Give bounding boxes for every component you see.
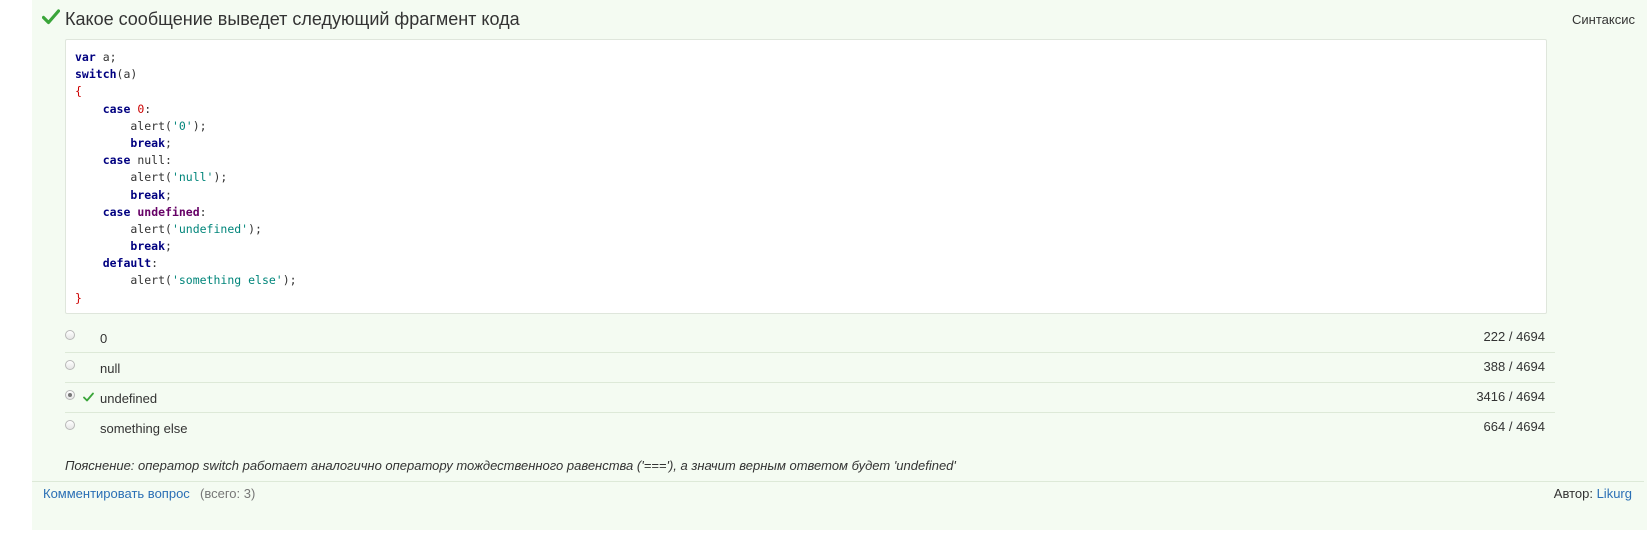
code-token: case	[102, 101, 131, 116]
code-line: alert('0');	[75, 118, 297, 135]
code-token: default	[102, 256, 152, 271]
code-token: a;	[95, 50, 117, 64]
code-line: default:	[75, 255, 297, 272]
question-footer: Комментировать вопрос (всего: 3) Автор: …	[32, 481, 1644, 504]
question-title: Какое сообщение выведет следующий фрагме…	[65, 9, 520, 29]
code-line: }	[75, 290, 297, 307]
code-token: );	[192, 118, 207, 133]
code-token: undefined	[137, 204, 200, 219]
code-token: }	[75, 290, 82, 305]
code-token: alert(	[75, 221, 172, 236]
code-token: var	[75, 50, 96, 64]
answer-stats: 222 / 4694	[1483, 329, 1545, 344]
code-token: 'something else'	[171, 273, 283, 288]
answer-stats: 388 / 4694	[1483, 359, 1545, 374]
code-line: case undefined:	[75, 204, 297, 221]
question-card: Какое сообщение выведет следующий фрагме…	[32, 0, 1647, 530]
answer-stats: 664 / 4694	[1483, 419, 1545, 434]
comment-question-link[interactable]: Комментировать вопрос	[43, 486, 190, 501]
code-token: alert(	[75, 118, 172, 133]
code-block: var a; switch(a){ case 0: alert('0'); bre…	[65, 39, 1547, 314]
code-line: break;	[75, 135, 297, 152]
answer-list: 0 222 / 4694 null 388 / 4694 undefined 3416 /…	[65, 323, 1555, 442]
code-token: );	[282, 273, 297, 288]
code-token: :	[144, 101, 152, 116]
code-token: ;	[165, 239, 172, 254]
code-token: 'null'	[171, 170, 214, 185]
author-info: Автор: Likurg	[1554, 486, 1632, 501]
code-line: break;	[75, 187, 297, 204]
code-token: );	[213, 170, 228, 185]
answer-radio[interactable]	[65, 330, 75, 340]
code-token: 'undefined'	[171, 221, 249, 236]
code-token: '0'	[171, 118, 193, 133]
answer-radio[interactable]	[65, 390, 75, 400]
comment-count: (всего: 3)	[200, 486, 256, 501]
code-token: break	[130, 239, 166, 254]
code-line: case 0:	[75, 101, 297, 118]
code-token: (a)	[116, 67, 138, 82]
author-label: Автор:	[1553, 486, 1593, 501]
code-line: var a;	[75, 49, 297, 66]
explanation-text: Пояснение: оператор switch работает анал…	[65, 458, 956, 473]
code-token: break	[130, 135, 166, 150]
answer-radio[interactable]	[65, 360, 75, 370]
answer-option[interactable]: undefined 3416 / 4694	[65, 383, 1555, 413]
code-token: break	[130, 187, 166, 202]
answer-stats: 3416 / 4694	[1476, 389, 1545, 404]
code-token: {	[75, 84, 82, 99]
correct-check-icon	[83, 392, 94, 402]
code-token: );	[248, 221, 262, 236]
code-token: case	[102, 204, 131, 219]
code-token: alert(	[75, 170, 172, 185]
question-header: Какое сообщение выведет следующий фрагме…	[42, 6, 1635, 34]
code-token: switch	[75, 67, 117, 82]
code-line: break;	[75, 238, 297, 255]
answer-label: something else	[100, 421, 188, 436]
author-link[interactable]: Likurg	[1597, 486, 1632, 501]
answer-label: null	[100, 361, 121, 376]
code-token: case	[102, 153, 131, 168]
code-line: alert('undefined');	[75, 221, 297, 238]
code-line: alert('something else');	[75, 272, 297, 289]
code-token: ;	[165, 187, 172, 202]
code-token: ;	[165, 135, 172, 150]
code-token: null:	[130, 153, 172, 168]
code-line: {	[75, 83, 297, 100]
answer-option[interactable]: 0 222 / 4694	[65, 323, 1555, 353]
answer-option[interactable]: something else 664 / 4694	[65, 413, 1555, 442]
code-line: switch(a)	[75, 66, 297, 83]
code-token: :	[151, 256, 159, 271]
code-lines: var a; switch(a){ case 0: alert('0'); bre…	[75, 49, 297, 307]
question-category: Синтаксис	[1572, 12, 1635, 27]
code-token: alert(	[75, 273, 172, 288]
answer-radio[interactable]	[65, 420, 75, 430]
code-line: case null:	[75, 152, 297, 169]
answer-label: 0	[100, 331, 108, 346]
code-line: alert('null');	[75, 169, 297, 186]
answer-option[interactable]: null 388 / 4694	[65, 353, 1555, 383]
answer-label: undefined	[100, 391, 158, 406]
code-token: :	[199, 204, 207, 219]
check-icon	[42, 9, 60, 25]
